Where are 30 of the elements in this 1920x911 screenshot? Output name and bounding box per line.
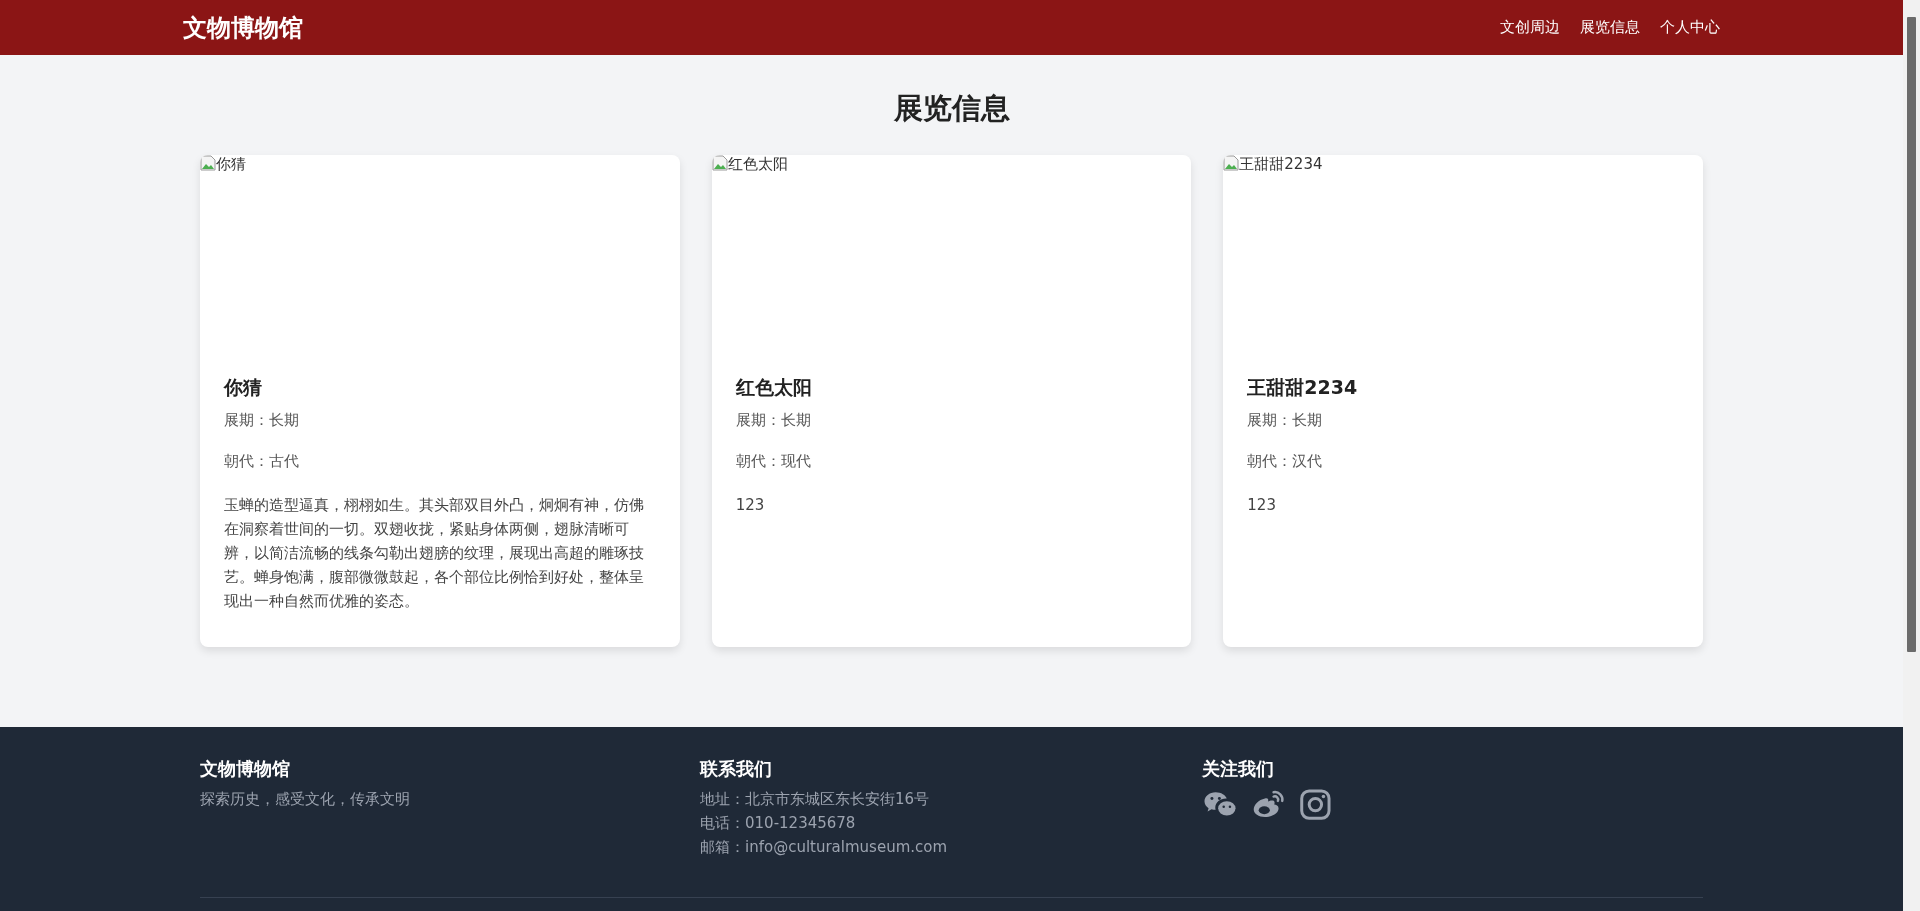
- scrollbar-thumb[interactable]: [1907, 17, 1916, 652]
- exhibit-title: 红色太阳: [735, 375, 813, 400]
- image-alt-text: 王甜甜2234: [1239, 155, 1323, 174]
- scrollbar[interactable]: [1903, 0, 1920, 911]
- footer-heading: 关注我们: [1202, 757, 1275, 781]
- exhibit-period: 展期：长期: [224, 411, 300, 430]
- site-logo[interactable]: 文物博物馆: [183, 11, 303, 44]
- exhibit-description: 玉蝉的造型逼真，栩栩如生。其头部双目外凸，炯炯有神，仿佛在洞察着世间的一切。双翅收拢，紧贴身体两侧，翅脉清晰可辨，以简洁流畅的线条勾勒出翅膀的纹理，展现出高超的雕琢技艺。蝉身饱满，腹部微微鼓起，各个部位比例恰到好处，整体呈现出一种自然而优雅的姿态。: [224, 495, 645, 612]
- footer-tagline: 探索历史，感受文化，传承文明: [200, 789, 411, 810]
- nav-link[interactable]: 展览信息: [1580, 16, 1640, 39]
- exhibit-dynasty: 朝代：古代: [224, 452, 300, 471]
- footer-heading: 文物博物馆: [200, 757, 291, 781]
- image-alt-text: 你猜: [216, 155, 246, 174]
- image-alt-text: 红色太阳: [727, 155, 788, 174]
- footer-heading: 联系我们: [700, 757, 773, 781]
- contact-line: 电话：010-12345678: [700, 813, 857, 834]
- nav-link[interactable]: 文创周边: [1500, 16, 1560, 39]
- exhibit-description: 123: [1247, 495, 1277, 516]
- instagram-icon[interactable]: [1298, 787, 1334, 821]
- page-heading: 展览信息: [892, 90, 1011, 127]
- exhibit-description: 123: [735, 495, 766, 516]
- exhibit-period: 展期：长期: [735, 411, 812, 430]
- contact-line: 地址：北京市东城区东长安街16号: [700, 789, 931, 810]
- exhibit-title: 你猜: [224, 375, 263, 400]
- exhibit-dynasty: 朝代：现代: [735, 452, 812, 471]
- nav-link[interactable]: 个人中心: [1660, 16, 1720, 39]
- contact-line: 邮箱：info@culturalmuseum.com: [700, 837, 949, 858]
- exhibit-period: 展期：长期: [1247, 411, 1324, 430]
- exhibit-title: 王甜甜2234: [1247, 375, 1359, 400]
- exhibit-dynasty: 朝代：汉代: [1247, 452, 1324, 471]
